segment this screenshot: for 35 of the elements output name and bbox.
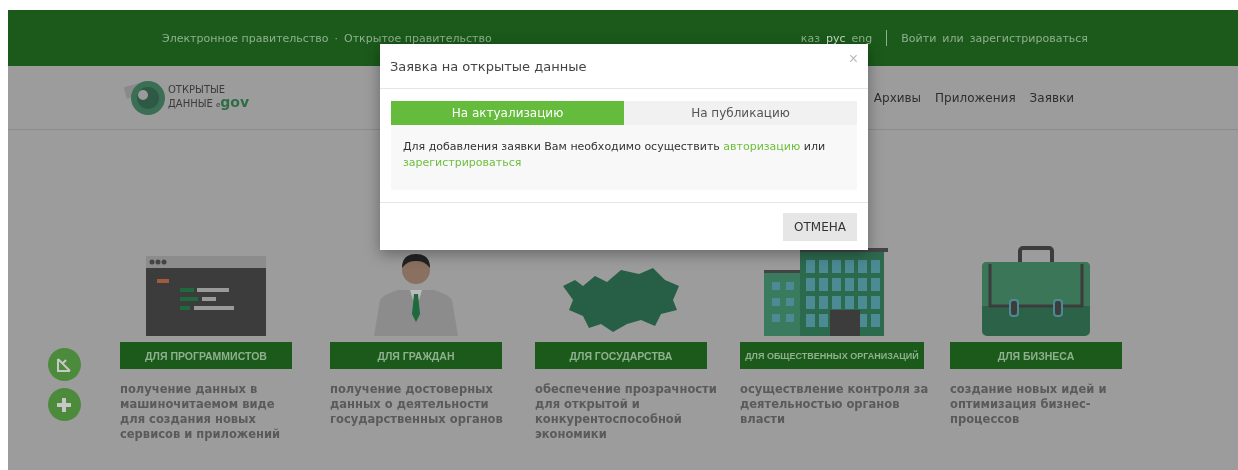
cancel-button[interactable]: ОТМЕНА <box>783 212 857 241</box>
top-link[interactable]: Электронное правительство <box>162 31 329 45</box>
login-required-message: Для добавления заявки Вам необходимо осуществить авторизацию или зарегистрироваться <box>403 139 827 171</box>
audience-label[interactable]: ДЛЯ ГРАЖДАН <box>330 342 502 369</box>
person-silhouette-icon <box>374 252 458 336</box>
language-link[interactable]: рус <box>826 31 846 45</box>
close-button[interactable]: × <box>848 50 858 68</box>
card-description: получение достоверных данных о деятельности государственных органов <box>330 382 504 427</box>
separator-dot: · <box>334 31 339 45</box>
top-link[interactable]: Открытое правительство <box>344 31 492 45</box>
disc-logo-icon <box>124 78 166 117</box>
login-link[interactable]: Войти <box>901 31 937 45</box>
tab[interactable]: На актуализацию <box>391 101 624 125</box>
audience-label[interactable]: ДЛЯ ГОСУДАРСТВА <box>535 342 707 369</box>
nav-link[interactable]: Заявки <box>1029 90 1074 105</box>
language-link[interactable]: каз <box>800 31 821 45</box>
card-description: осуществление контроля за деятельностью органов власти <box>740 382 930 427</box>
office-building-icon <box>764 248 888 336</box>
nav-link[interactable]: Архивы <box>873 90 922 105</box>
register-link[interactable]: зарегистрироваться <box>969 31 1088 45</box>
card-description: получение данных в машиночитаемом виде для создания новых сервисов и приложений <box>120 382 282 442</box>
code-window-icon <box>146 256 266 336</box>
plus-icon[interactable] <box>47 388 81 421</box>
dialog-title: Заявка на открытые данные <box>390 58 587 74</box>
register-link[interactable]: зарегистрироваться <box>403 156 522 169</box>
language-link[interactable]: eng <box>851 31 873 45</box>
nav-link[interactable]: Приложения <box>935 90 1016 105</box>
audience-label[interactable]: ДЛЯ ОБЩЕСТВЕННЫХ ОРГАНИЗАЦИЙ <box>740 342 924 369</box>
card-description: создание новых идей и оптимизация бизнес-процессов <box>950 382 1108 427</box>
card-description: обеспечение прозрачности для открытой и конкурентоспособной экономики <box>535 382 718 442</box>
or-text: или <box>942 31 964 45</box>
audience-label[interactable]: ДЛЯ БИЗНЕСА <box>950 342 1122 369</box>
audience-label[interactable]: ДЛЯ ПРОГРАММИСТОВ <box>120 342 292 369</box>
authorization-link[interactable]: авторизацию <box>723 140 801 153</box>
briefcase-icon <box>982 246 1090 336</box>
